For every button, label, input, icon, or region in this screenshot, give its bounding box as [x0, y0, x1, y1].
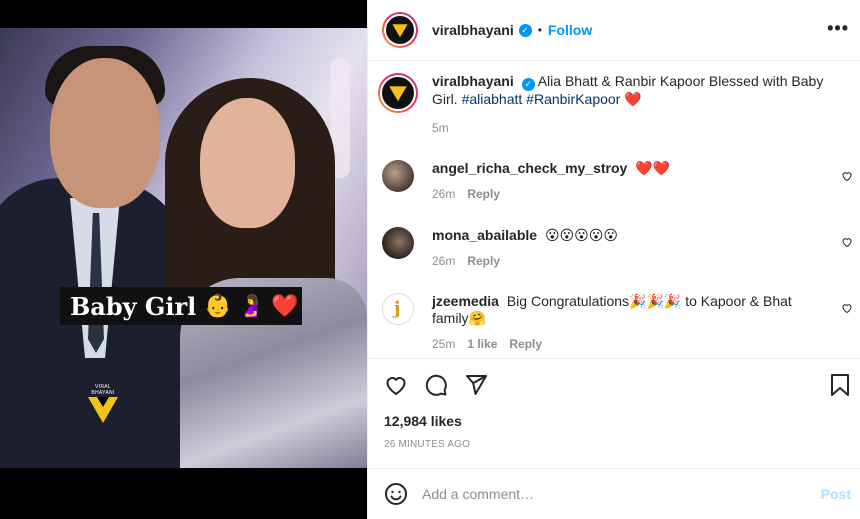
like-comment-heart-icon[interactable]	[841, 236, 853, 248]
post-photo	[0, 28, 367, 468]
viralbhayani-watermark-logo: VIRAL BHAYANI	[86, 384, 120, 423]
caption-hashtags[interactable]: #aliabhatt #RanbirKapoor	[462, 91, 621, 107]
sticker-text: Baby Girl	[70, 291, 197, 321]
comments-list[interactable]: viralbhayani ✓ Alia Bhatt & Ranbir Kapoo…	[368, 61, 860, 358]
author-avatar[interactable]	[382, 12, 418, 48]
emoji-smiley-icon[interactable]	[384, 482, 408, 506]
comment-username[interactable]: jzeemedia	[432, 293, 499, 309]
comment-input[interactable]	[422, 486, 802, 502]
comment-body: ❤️❤️	[635, 160, 671, 176]
verified-badge-icon: ✓	[518, 23, 532, 37]
more-options-icon[interactable]: •••	[827, 18, 849, 39]
comment-likes[interactable]: 1 like	[467, 337, 497, 351]
comment-bubble-icon[interactable]	[424, 373, 448, 397]
like-comment-heart-icon[interactable]	[841, 302, 853, 314]
comment-text: mona_abailable 😮😮😮😮😮	[432, 227, 832, 244]
commenter-avatar[interactable]	[382, 227, 414, 259]
author-username[interactable]: viralbhayani	[432, 22, 514, 38]
viralbhayani-logo-icon	[392, 23, 408, 38]
post-header: viralbhayani ✓ • Follow •••	[368, 0, 860, 61]
like-comment-heart-icon[interactable]	[841, 170, 853, 182]
comment-username[interactable]: angel_richa_check_my_stroy	[432, 160, 627, 176]
verified-badge-icon: ✓	[521, 78, 535, 91]
comment-time: 25m	[432, 337, 456, 351]
comment-body: 😮😮😮😮😮	[544, 227, 618, 243]
caption-time: 5m	[432, 121, 449, 135]
post-timestamp: 26 MINUTES AGO	[384, 439, 471, 450]
comment-time: 26m	[432, 187, 456, 201]
reply-button[interactable]: Reply	[467, 254, 500, 268]
likes-count[interactable]: 12,984 likes	[384, 413, 462, 429]
comment-username[interactable]: mona_abailable	[432, 227, 537, 243]
caption-avatar[interactable]	[378, 73, 418, 113]
watermark-text: VIRAL BHAYANI	[91, 384, 115, 396]
reply-button[interactable]: Reply	[509, 337, 542, 351]
commenter-avatar[interactable]	[382, 293, 414, 325]
viralbhayani-logo-icon	[389, 85, 407, 102]
reply-button[interactable]: Reply	[467, 187, 500, 201]
comment-text: angel_richa_check_my_stroy ❤️❤️	[432, 160, 832, 177]
separator-dot: •	[537, 23, 542, 37]
photo-woman-face	[200, 98, 295, 228]
share-paper-plane-icon[interactable]	[464, 373, 488, 397]
comment-row: angel_richa_check_my_stroy ❤️❤️ 26m Repl…	[382, 160, 832, 201]
post-actions: 12,984 likes 26 MINUTES AGO	[368, 358, 860, 468]
post-side-panel: viralbhayani ✓ • Follow ••• viralbhayani…	[367, 0, 860, 519]
comment-text: jzeemedia Big Congratulations🎉🎉🎉 to Kapo…	[432, 293, 832, 327]
baby-girl-sticker: Baby Girl 👶 🤰 ❤️	[60, 287, 302, 325]
caption-username[interactable]: viralbhayani	[432, 73, 514, 89]
like-heart-icon[interactable]	[384, 373, 408, 397]
comment-row: jzeemedia Big Congratulations🎉🎉🎉 to Kapo…	[382, 293, 832, 351]
caption-emoji: ❤️	[624, 91, 642, 107]
save-bookmark-icon[interactable]	[829, 373, 851, 397]
add-comment-bar: Post	[368, 468, 860, 519]
watermark-v-icon	[88, 397, 118, 423]
post-media[interactable]: Baby Girl 👶 🤰 ❤️ VIRAL BHAYANI	[0, 0, 367, 519]
comment-row: mona_abailable 😮😮😮😮😮 26m Reply	[382, 227, 832, 268]
caption-row: viralbhayani ✓ Alia Bhatt & Ranbir Kapoo…	[378, 73, 832, 135]
commenter-avatar[interactable]	[382, 160, 414, 192]
sticker-emojis: 👶 🤰 ❤️	[204, 293, 299, 318]
comment-time: 26m	[432, 254, 456, 268]
caption-text: viralbhayani ✓ Alia Bhatt & Ranbir Kapoo…	[432, 73, 832, 108]
follow-button[interactable]: Follow	[548, 22, 592, 38]
post-comment-button[interactable]: Post	[821, 486, 851, 502]
photo-man-face	[50, 58, 160, 208]
